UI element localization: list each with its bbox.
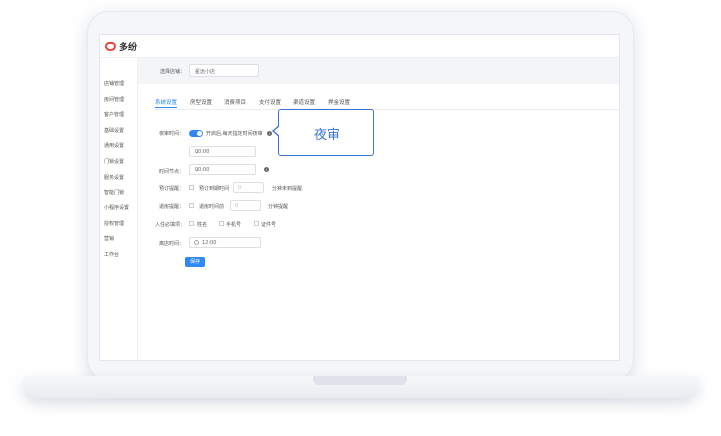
booking-remind-checkbox[interactable]	[189, 185, 194, 190]
overdue-checkbox[interactable]	[189, 203, 194, 208]
checkout-default-label: 离店时间：	[159, 241, 185, 247]
checkout-node-select[interactable]: 00:00 ⌄	[189, 164, 256, 175]
night-audit-toggle[interactable]	[189, 130, 203, 137]
chevron-down-icon: ⌄	[195, 167, 200, 173]
laptop-notch	[313, 376, 407, 385]
required-name-label: 姓名	[197, 222, 208, 228]
required-name-checkbox[interactable]	[189, 221, 194, 226]
booking-remind-input[interactable]: 0	[233, 182, 264, 193]
clock-icon	[194, 240, 199, 245]
overdue-label: 退房提醒：	[159, 204, 185, 210]
required-phone-checkbox[interactable]	[219, 221, 224, 226]
chevron-down-icon: ⌄	[195, 149, 200, 155]
checkout-default-time-value: 12:00	[202, 240, 217, 246]
form-layer: 夜审时间： 开启后,每天指定时间夜审 i 00:00 ⌄ 时间节点： 00:00…	[99, 34, 618, 359]
booking-remind-text: 预订到期时间	[199, 186, 230, 192]
overdue-text: 退房时间前	[199, 204, 225, 210]
overdue-unit: 分钟提醒	[268, 204, 289, 210]
required-id-checkbox[interactable]	[254, 221, 259, 226]
booking-remind-unit: 分钟未到提醒	[272, 186, 303, 192]
night-audit-time-select[interactable]: 00:00 ⌄	[189, 146, 256, 157]
checkout-default-time-input[interactable]: 12:00	[189, 237, 261, 248]
night-audit-label: 夜审时间：	[159, 131, 185, 137]
callout-text: 夜审	[313, 128, 340, 143]
required-id-label: 证件号	[261, 222, 277, 228]
required-phone-label: 手机号	[226, 222, 242, 228]
night-audit-desc: 开启后,每天指定时间夜审	[206, 131, 263, 137]
save-button[interactable]: 保存	[185, 257, 205, 267]
checkout-node-label: 时间节点：	[159, 169, 185, 175]
booking-remind-value: 0	[238, 185, 242, 191]
annotation-callout: 夜审	[272, 109, 374, 156]
required-fields-label: 入住必填项：	[155, 222, 186, 228]
overdue-value: 0	[235, 203, 239, 209]
overdue-input[interactable]: 0	[230, 200, 261, 211]
info-icon[interactable]: i	[264, 167, 269, 172]
booking-remind-label: 预订提醒：	[159, 186, 185, 192]
